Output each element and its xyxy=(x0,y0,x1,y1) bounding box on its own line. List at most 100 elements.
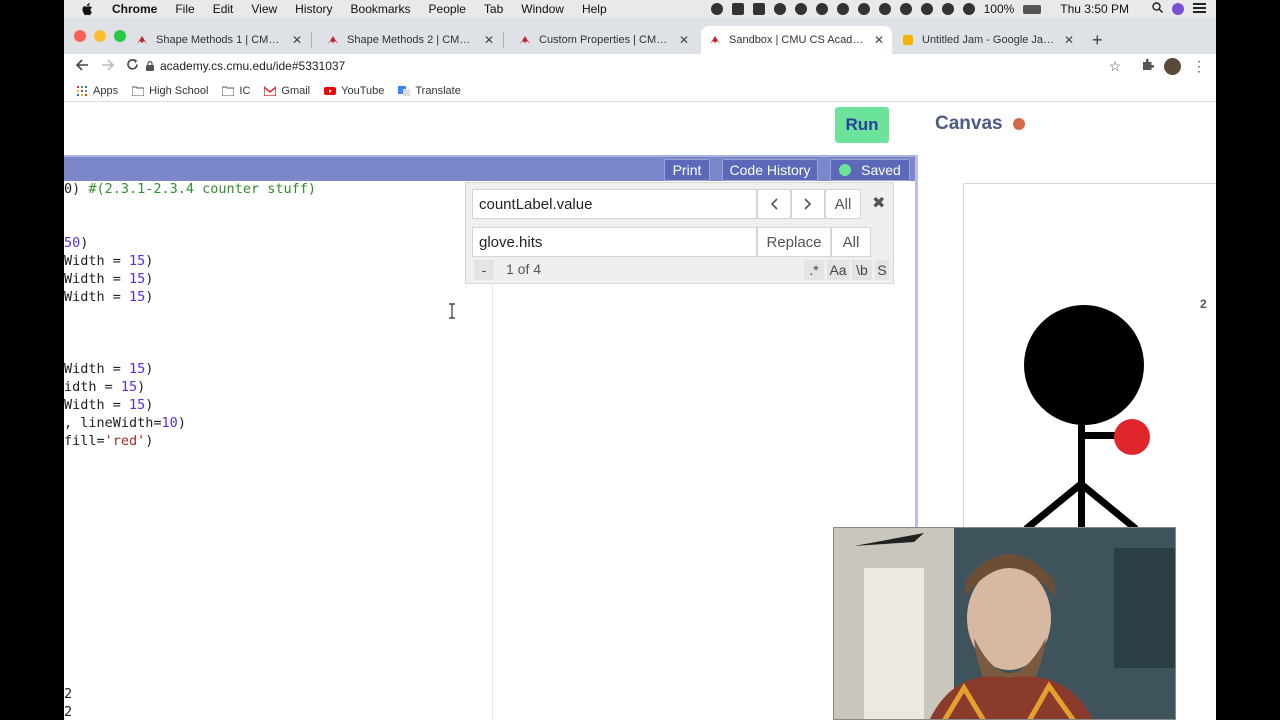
replace-all-button[interactable]: All xyxy=(831,227,871,257)
screen-share-icon[interactable] xyxy=(731,3,744,15)
saved-indicator[interactable]: Saved xyxy=(830,159,910,181)
code-line: Width = 15) xyxy=(64,253,154,269)
menu-view[interactable]: View xyxy=(251,2,277,16)
dropbox-icon[interactable] xyxy=(773,3,786,15)
reload-icon[interactable] xyxy=(124,58,140,74)
collapse-replace-button[interactable]: - xyxy=(474,260,494,280)
menu-history[interactable]: History xyxy=(295,2,332,16)
replace-button[interactable]: Replace xyxy=(757,227,831,257)
tab-title: Sandbox | CMU CS Academy xyxy=(729,34,866,46)
tab-shape-methods-2[interactable]: Shape Methods 2 | CMU CS Ac ✕ xyxy=(319,26,502,54)
volume-icon[interactable] xyxy=(962,3,975,15)
bookmark-youtube[interactable]: YouTube xyxy=(324,85,384,97)
letterbox-left xyxy=(0,0,64,720)
bookmark-label: Gmail xyxy=(281,84,311,97)
saved-label: Saved xyxy=(861,162,901,178)
folder-icon xyxy=(132,86,145,96)
zoom-window-button[interactable] xyxy=(114,30,126,42)
text-cursor-icon xyxy=(449,303,455,319)
bookmark-high-school[interactable]: High School xyxy=(132,85,208,97)
tab-title: Custom Properties | CMU CS A xyxy=(539,34,671,46)
bookmark-gmail[interactable]: Gmail xyxy=(264,85,310,97)
find-all-button[interactable]: All xyxy=(825,189,861,219)
tab-sandbox[interactable]: Sandbox | CMU CS Academy ✕ xyxy=(701,26,892,54)
bookmark-translate[interactable]: Translate xyxy=(398,85,461,97)
creative-cloud-icon[interactable] xyxy=(878,3,891,15)
menu-help[interactable]: Help xyxy=(582,2,607,16)
bookmark-label: YouTube xyxy=(341,84,385,97)
battery-icon[interactable] xyxy=(1023,4,1042,14)
menu-bookmarks[interactable]: Bookmarks xyxy=(351,2,411,16)
menu-app-name[interactable]: Chrome xyxy=(112,2,157,16)
console-output-line: 2 xyxy=(64,686,73,702)
bookmark-label: High School xyxy=(149,84,209,97)
find-previous-button[interactable] xyxy=(757,189,791,219)
find-next-button[interactable] xyxy=(791,189,825,219)
cmu-favicon-icon xyxy=(520,36,530,44)
cmu-favicon-icon xyxy=(710,36,720,44)
print-button[interactable]: Print xyxy=(664,159,710,181)
bookmark-ic[interactable]: IC xyxy=(222,85,250,97)
back-arrow-icon[interactable] xyxy=(74,58,90,74)
menu-tab[interactable]: Tab xyxy=(484,2,503,16)
run-button[interactable]: Run xyxy=(835,107,889,143)
do-not-disturb-icon[interactable] xyxy=(857,3,870,15)
menu-window[interactable]: Window xyxy=(521,2,564,16)
clipboard-icon[interactable] xyxy=(752,3,765,15)
bluetooth-icon[interactable] xyxy=(920,3,933,15)
siri-icon[interactable] xyxy=(1172,3,1184,15)
find-input[interactable]: countLabel.value xyxy=(472,189,757,219)
clock[interactable]: Thu 3:50 PM xyxy=(1060,2,1129,16)
close-tab-icon[interactable]: ✕ xyxy=(292,33,302,47)
forward-arrow-icon[interactable] xyxy=(99,58,115,74)
close-find-icon[interactable]: ✖ xyxy=(872,193,885,213)
close-tab-icon[interactable]: ✕ xyxy=(874,33,884,47)
tab-custom-properties[interactable]: Custom Properties | CMU CS A ✕ xyxy=(511,26,697,54)
whole-word-toggle[interactable]: \b xyxy=(852,260,872,280)
new-tab-icon[interactable]: + xyxy=(1092,30,1103,51)
case-sensitive-toggle[interactable]: Aa xyxy=(827,260,849,280)
mac-menubar: Chrome File Edit View History Bookmarks … xyxy=(64,0,1216,18)
tab-title: Shape Methods 1 | CMU CS Ac xyxy=(156,34,284,46)
menu-people[interactable]: People xyxy=(429,2,466,16)
close-window-button[interactable] xyxy=(74,30,86,42)
record-icon[interactable] xyxy=(710,3,723,15)
apple-icon[interactable] xyxy=(80,2,94,16)
minimize-window-button[interactable] xyxy=(94,30,106,42)
address-bar[interactable]: academy.cs.cmu.edu/ide#5331037 xyxy=(160,59,345,73)
cloud-icon[interactable] xyxy=(794,3,807,15)
extensions-puzzle-icon[interactable] xyxy=(1139,58,1155,74)
close-tab-icon[interactable]: ✕ xyxy=(484,33,494,47)
menu-edit[interactable]: Edit xyxy=(213,2,234,16)
tab-shape-methods-1[interactable]: Shape Methods 1 | CMU CS Ac ✕ xyxy=(128,26,310,54)
spotlight-search-icon[interactable] xyxy=(1152,2,1164,16)
code-line: fill='red') xyxy=(64,433,154,449)
lock-icon[interactable] xyxy=(146,61,154,71)
menu-file[interactable]: File xyxy=(175,2,194,16)
time-machine-icon[interactable] xyxy=(899,3,912,15)
notification-center-icon[interactable] xyxy=(1193,2,1206,16)
close-tab-icon[interactable]: ✕ xyxy=(1064,33,1074,47)
bookmark-star-icon[interactable]: ☆ xyxy=(1107,58,1123,75)
profile-avatar[interactable] xyxy=(1164,58,1181,75)
close-tab-icon[interactable]: ✕ xyxy=(679,33,689,47)
chevron-left-icon xyxy=(770,198,778,210)
status-tray: 100% Thu 3:50 PM xyxy=(710,2,1216,16)
replace-input[interactable]: glove.hits xyxy=(472,227,757,257)
search-in-selection-toggle[interactable]: S xyxy=(875,260,889,280)
code-history-button[interactable]: Code History xyxy=(722,159,818,181)
chevron-right-icon xyxy=(804,198,812,210)
canvas-title: Canvas xyxy=(935,113,1003,134)
code-line: Width = 15) xyxy=(64,397,154,413)
code-line: 50) xyxy=(64,235,89,251)
regex-toggle[interactable]: .* xyxy=(804,260,824,280)
chrome-menu-icon[interactable]: ⋮ xyxy=(1191,58,1207,75)
canvas-status-dot xyxy=(1012,118,1025,130)
bookmark-label: IC xyxy=(239,84,251,97)
wifi-icon[interactable] xyxy=(941,3,954,15)
bookmark-apps[interactable]: Apps xyxy=(76,85,118,97)
at-sign-icon[interactable] xyxy=(836,3,849,15)
code-line: , lineWidth=10) xyxy=(64,415,186,431)
tab-untitled-jam[interactable]: Untitled Jam - Google Jamboa ✕ xyxy=(894,26,1082,54)
headphones-icon[interactable] xyxy=(815,3,828,15)
